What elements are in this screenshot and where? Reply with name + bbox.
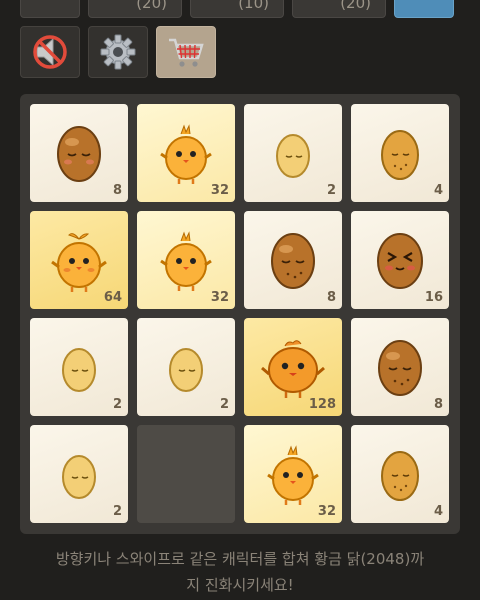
tile-value: 128 [308,397,336,412]
tile-value: 8 [326,290,336,305]
tile-value: 2 [326,183,336,198]
tile-8: 8 [351,318,449,416]
tile-2: 2 [137,318,235,416]
instruction-line-2: 지 진화시키세요! [186,576,294,594]
tile-8: 8 [244,211,342,309]
tile-value: 32 [317,504,336,519]
item-count: (20) [340,0,371,12]
mute-button[interactable] [20,26,80,78]
tile-value: 2 [112,397,122,412]
tile-2: 2 [244,104,342,202]
tile-2: 2 [30,318,128,416]
tile-4: 4 [351,425,449,523]
tile-value: 4 [433,504,443,519]
tile-value: 2 [219,397,229,412]
tile-value: 32 [210,290,229,305]
top-button-4[interactable]: (20) [292,0,386,18]
game-board[interactable]: 8 32 2 4 64 32 8 16 2 2 128 8 2 32 4 [20,94,460,534]
tile-value: 8 [112,183,122,198]
tile-value: 16 [424,290,443,305]
tile-value: 4 [433,183,443,198]
tile-32: 32 [137,211,235,309]
settings-button[interactable] [88,26,148,78]
tile-8: 8 [30,104,128,202]
empty-cell [137,425,235,523]
shop-button[interactable] [156,26,216,78]
tile-value: 2 [112,504,122,519]
tile-64: 64 [30,211,128,309]
top-button-5[interactable] [394,0,454,18]
tile-value: 8 [433,397,443,412]
tile-value: 64 [103,290,122,305]
tile-16: 16 [351,211,449,309]
instruction-line-1: 방향키나 스와이프로 같은 캐릭터를 합쳐 황금 닭(2048)까 [55,550,425,568]
tile-value: 32 [210,183,229,198]
item-count: (10) [238,0,269,12]
top-toolbar: (20) (10) (20) [20,0,460,18]
tile-128: 128 [244,318,342,416]
item-count: (20) [136,0,167,12]
top-button-1[interactable] [20,0,80,18]
tile-4: 4 [351,104,449,202]
top-button-2[interactable]: (20) [88,0,182,18]
shopping-cart-icon [169,38,204,67]
tile-32: 32 [137,104,235,202]
tile-32: 32 [244,425,342,523]
top-button-3[interactable]: (10) [190,0,284,18]
speaker-muted-icon [33,35,67,69]
gear-icon [100,34,136,70]
instruction-text: 방향키나 스와이프로 같은 캐릭터를 합쳐 황금 닭(2048)까 지 진화시키… [20,546,460,598]
tile-2: 2 [30,425,128,523]
